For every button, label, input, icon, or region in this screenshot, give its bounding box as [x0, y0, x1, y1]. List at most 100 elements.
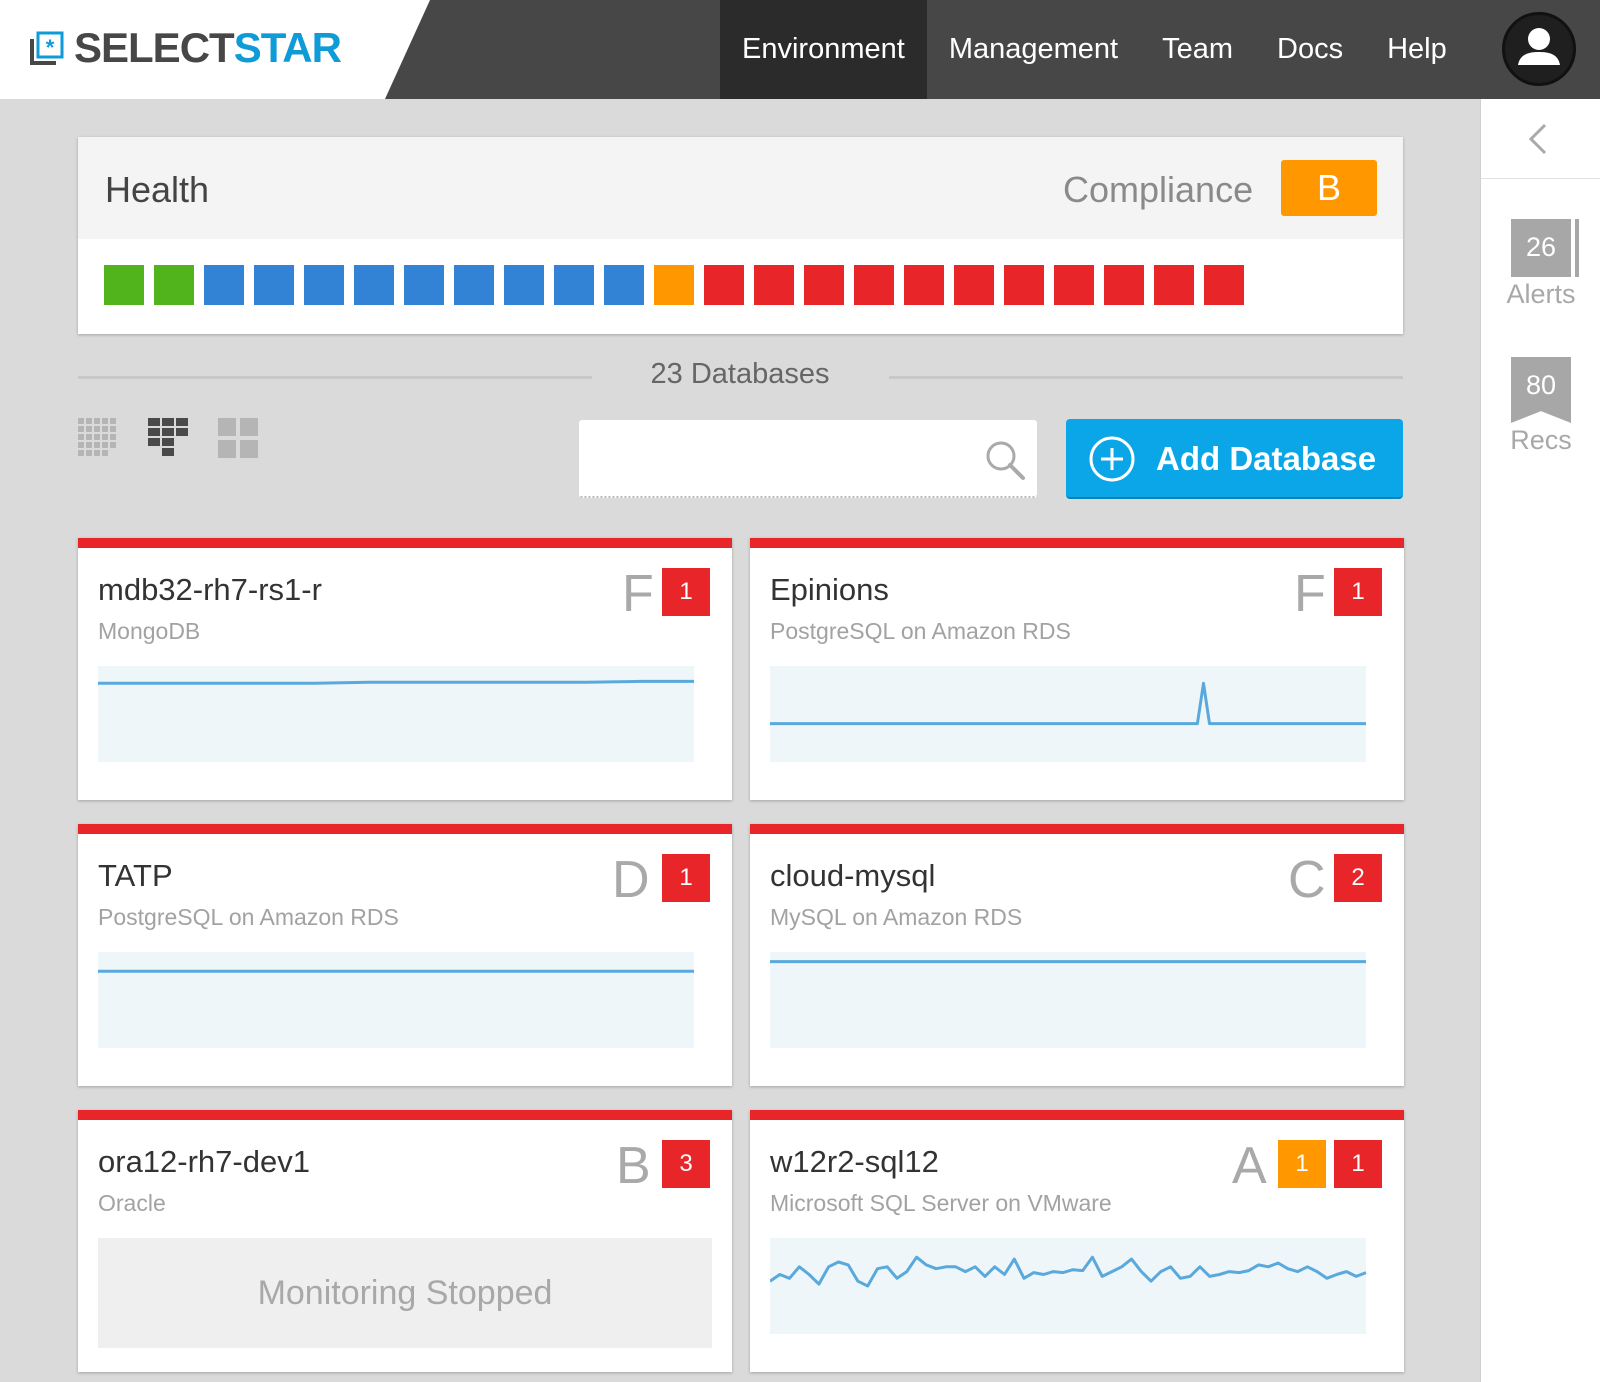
top-navbar: * SELECTSTAR Environment Management Team… [0, 0, 1600, 99]
database-type: Microsoft SQL Server on VMware [770, 1190, 1112, 1216]
search-input[interactable] [579, 420, 959, 494]
recs-count-badge[interactable]: 80 [1511, 357, 1571, 423]
sparkline-area [98, 666, 694, 762]
monitoring-stopped-panel: Monitoring Stopped [98, 1238, 712, 1348]
nav-environment[interactable]: Environment [720, 0, 927, 99]
health-squares [104, 265, 1254, 305]
health-square-red[interactable] [1104, 265, 1144, 305]
health-square-red[interactable] [954, 265, 994, 305]
health-square-red[interactable] [754, 265, 794, 305]
database-card[interactable]: TATP PostgreSQL on Amazon RDS D 1 [78, 824, 732, 1086]
activity-sparkline [770, 1238, 1367, 1334]
health-square-blue[interactable] [204, 265, 244, 305]
health-square-red[interactable] [1154, 265, 1194, 305]
database-grade: D [612, 851, 650, 909]
health-title: Health [105, 169, 210, 210]
compliance-label: Compliance [1063, 169, 1254, 210]
activity-sparkline [770, 666, 1366, 762]
database-name: TATP [98, 858, 173, 893]
main-nav: Environment Management Team Docs Help [720, 0, 1469, 99]
health-square-blue[interactable] [354, 265, 394, 305]
alerts-count-badge[interactable]: 26 [1511, 219, 1579, 277]
database-grade: A [1232, 1137, 1267, 1195]
database-name: w12r2-sql12 [770, 1144, 939, 1179]
dense-grid-view-icon[interactable] [78, 418, 118, 458]
alert-count-badge[interactable]: 1 [662, 854, 710, 902]
database-type: PostgreSQL on Amazon RDS [98, 904, 399, 930]
nav-management[interactable]: Management [927, 0, 1140, 99]
health-square-blue[interactable] [504, 265, 544, 305]
logo-word-star: STAR [233, 24, 342, 71]
health-square-orange[interactable] [654, 265, 694, 305]
health-square-red[interactable] [1054, 265, 1094, 305]
database-grade: F [1294, 565, 1326, 623]
alert-count-badge[interactable]: 1 [1334, 568, 1382, 616]
database-card[interactable]: ora12-rh7-dev1 Oracle B 3 Monitoring Sto… [78, 1110, 732, 1372]
rail-collapse-button[interactable] [1481, 99, 1600, 179]
logo-word-select: SELECT [74, 24, 235, 71]
database-type: MySQL on Amazon RDS [770, 904, 1023, 930]
database-type: PostgreSQL on Amazon RDS [770, 618, 1071, 644]
health-square-blue[interactable] [404, 265, 444, 305]
activity-sparkline [770, 952, 1366, 1048]
health-square-blue[interactable] [304, 265, 344, 305]
database-grade: F [622, 565, 654, 623]
database-count: 23 Databases [650, 358, 830, 390]
health-square-red[interactable] [804, 265, 844, 305]
sparkline-area [98, 952, 694, 1048]
logo-wordmark: SELECTSTAR [74, 24, 342, 71]
add-database-label: Add Database [1156, 440, 1377, 477]
selectstar-logo[interactable]: * SELECTSTAR [30, 24, 342, 71]
health-square-red[interactable] [704, 265, 744, 305]
health-header: Health Compliance B [78, 137, 1403, 239]
database-type: MongoDB [98, 618, 201, 644]
alerts-stack-edge [1575, 219, 1579, 277]
nav-docs[interactable]: Docs [1255, 0, 1365, 99]
nav-help[interactable]: Help [1365, 0, 1469, 99]
alert-count-badge[interactable]: 1 [662, 568, 710, 616]
database-name: cloud-mysql [770, 858, 936, 893]
health-square-red[interactable] [1204, 265, 1244, 305]
alert-count-badge[interactable]: 3 [662, 1140, 710, 1188]
database-card[interactable]: mdb32-rh7-rs1-r MongoDB F 1 [78, 538, 732, 800]
nav-team[interactable]: Team [1140, 0, 1255, 99]
health-square-red[interactable] [854, 265, 894, 305]
recs-label[interactable]: Recs [1481, 425, 1600, 456]
tile-grid-view-icon[interactable] [218, 418, 258, 458]
database-card[interactable]: cloud-mysql MySQL on Amazon RDS C 2 [750, 824, 1404, 1086]
database-card[interactable]: w12r2-sql12 Microsoft SQL Server on VMwa… [750, 1110, 1404, 1372]
warning-count-badge[interactable]: 1 [1278, 1140, 1326, 1188]
search-box [579, 420, 1037, 498]
health-panel: Health Compliance B [78, 137, 1403, 334]
health-square-red[interactable] [1004, 265, 1044, 305]
right-rail: 26 Alerts 80 Recs [1480, 99, 1600, 1382]
alerts-label[interactable]: Alerts [1481, 279, 1600, 310]
database-card[interactable]: Epinions PostgreSQL on Amazon RDS F 1 [750, 538, 1404, 800]
health-square-blue[interactable] [454, 265, 494, 305]
activity-sparkline [98, 952, 694, 1048]
health-square-green[interactable] [104, 265, 144, 305]
health-square-blue[interactable] [604, 265, 644, 305]
activity-sparkline [98, 666, 694, 762]
list-grid-view-icon[interactable] [148, 418, 188, 458]
alert-count-badge[interactable]: 1 [1334, 1140, 1382, 1188]
database-grade: B [616, 1137, 651, 1195]
compliance-grade-badge[interactable]: B [1281, 160, 1377, 216]
chevron-left-icon [1528, 123, 1547, 155]
search-icon[interactable] [983, 438, 1027, 482]
database-name: mdb32-rh7-rs1-r [98, 572, 322, 607]
logo-mark-icon: * [30, 31, 64, 65]
alert-count-badge[interactable]: 2 [1334, 854, 1382, 902]
user-avatar-icon [1518, 28, 1560, 65]
alerts-count: 26 [1525, 232, 1557, 262]
database-grade: C [1288, 851, 1326, 909]
plus-circle-icon [1089, 436, 1135, 482]
health-square-red[interactable] [904, 265, 944, 305]
health-square-green[interactable] [154, 265, 194, 305]
add-database-button[interactable]: Add Database [1066, 419, 1403, 499]
database-name: Epinions [770, 572, 889, 607]
logo-area: * SELECTSTAR [0, 0, 430, 99]
health-square-blue[interactable] [554, 265, 594, 305]
user-avatar-button[interactable] [1502, 12, 1576, 86]
health-square-blue[interactable] [254, 265, 294, 305]
